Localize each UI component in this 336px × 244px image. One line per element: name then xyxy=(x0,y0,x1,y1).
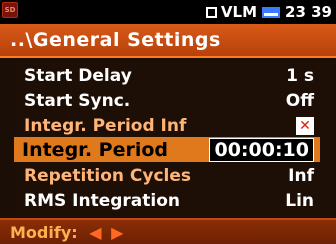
setting-row-integr-period[interactable]: Integr. Period 00:00:10 xyxy=(14,137,320,162)
mode-indicator-icon xyxy=(205,6,217,18)
footer-hint: Modify: ◀ ▶ xyxy=(0,218,336,244)
setting-value: Lin xyxy=(285,190,314,211)
setting-row-integr-period-inf[interactable]: Integr. Period Inf ✕ xyxy=(16,113,320,138)
setting-label: RMS Integration xyxy=(24,190,181,211)
setting-label: Start Delay xyxy=(24,65,132,86)
clock-time: 23 39 xyxy=(285,3,332,21)
setting-label: Integr. Period xyxy=(22,138,169,161)
settings-list: Start Delay 1 s Start Sync. Off Integr. … xyxy=(14,61,332,214)
modify-label: Modify: xyxy=(10,223,78,242)
sd-card-icon: SD xyxy=(2,2,18,18)
battery-icon xyxy=(262,6,281,18)
setting-value: 1 s xyxy=(286,65,314,86)
mode-label: VLM xyxy=(220,3,258,21)
status-right: VLM 23 39 xyxy=(205,1,332,23)
setting-label: Repetition Cycles xyxy=(24,165,192,186)
header-divider xyxy=(0,56,336,58)
checkbox-unchecked-icon[interactable]: ✕ xyxy=(296,116,314,135)
page-title: ..\General Settings xyxy=(0,24,336,56)
setting-value: Inf xyxy=(288,165,314,186)
status-bar: SD VLM 23 39 xyxy=(0,0,336,24)
x-mark-icon: ✕ xyxy=(299,117,311,134)
setting-row-start-sync[interactable]: Start Sync. Off xyxy=(16,88,320,113)
setting-label: Integr. Period Inf xyxy=(24,115,187,136)
left-right-arrows-icon: ◀ ▶ xyxy=(89,223,126,242)
setting-row-rms-integration[interactable]: RMS Integration Lin xyxy=(16,188,320,213)
setting-label: Start Sync. xyxy=(24,90,131,111)
setting-row-start-delay[interactable]: Start Delay 1 s xyxy=(16,63,320,88)
device-screen: SD VLM 23 39 ..\General Settings Start D… xyxy=(0,0,336,244)
setting-row-repetition-cycles[interactable]: Repetition Cycles Inf xyxy=(16,163,320,188)
setting-value-editor[interactable]: 00:00:10 xyxy=(209,137,314,162)
setting-value: Off xyxy=(285,90,314,111)
